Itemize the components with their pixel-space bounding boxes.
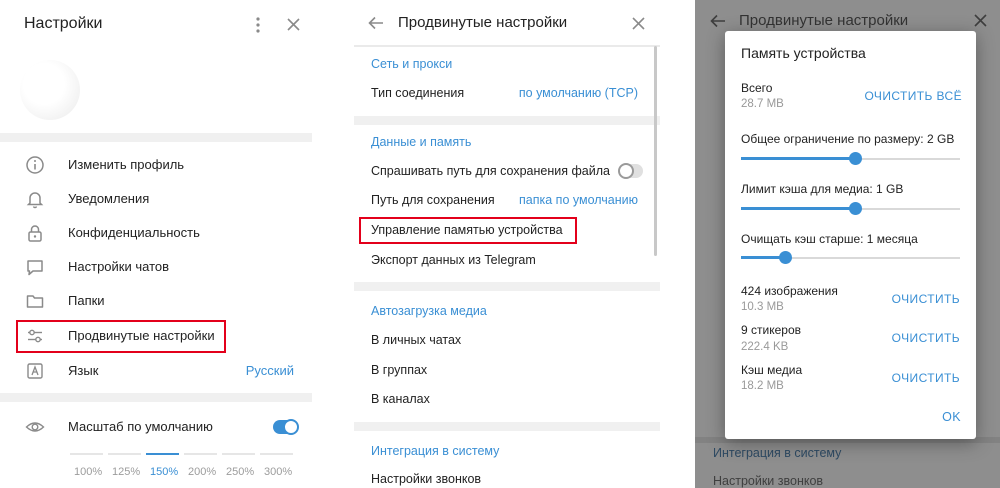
scale-toggle[interactable] bbox=[273, 419, 299, 435]
zoom-track-segment bbox=[70, 453, 103, 455]
total-label: Всего bbox=[741, 81, 773, 95]
zoom-option[interactable]: 125% bbox=[112, 466, 140, 478]
dialog-title: Память устройства bbox=[741, 45, 866, 61]
save-path-value[interactable]: папка по умолчанию bbox=[519, 193, 638, 207]
menu-item-label: Настройки чатов bbox=[68, 259, 170, 274]
zoom-option[interactable]: 300% bbox=[264, 466, 292, 478]
divider bbox=[354, 116, 660, 125]
divider bbox=[354, 45, 660, 47]
network-header: Сеть и прокси bbox=[371, 57, 453, 71]
scale-row[interactable]: Масштаб по умолчанию bbox=[0, 410, 312, 444]
zoom-option[interactable]: 100% bbox=[74, 466, 102, 478]
lock-icon bbox=[28, 225, 42, 242]
media-cache-label: Кэш медиа bbox=[741, 363, 803, 377]
autodownload-header: Автозагрузка медиа bbox=[371, 304, 487, 318]
menu-item-label: Конфиденциальность bbox=[68, 225, 200, 240]
connection-type-label[interactable]: Тип соединения bbox=[371, 86, 464, 100]
zoom-track-segment bbox=[222, 453, 255, 455]
advanced-panel: Продвинутые настройки Сеть и прокси Тип … bbox=[354, 0, 660, 488]
menu-item-privacy[interactable]: Конфиденциальность bbox=[0, 216, 312, 250]
language-icon bbox=[27, 363, 43, 379]
close-icon[interactable] bbox=[632, 17, 645, 30]
divider bbox=[0, 133, 312, 142]
zoom-option[interactable]: 250% bbox=[226, 466, 254, 478]
settings-panel: Настройки Изменить профиль Уведомления К… bbox=[0, 0, 312, 488]
clear-images-button[interactable]: ОЧИСТИТЬ bbox=[892, 292, 960, 306]
zoom-track-segment bbox=[108, 453, 141, 455]
bell-icon bbox=[26, 192, 44, 209]
menu-item-label: Папки bbox=[68, 293, 105, 308]
ok-button[interactable]: OK bbox=[942, 410, 961, 424]
size-limit-slider[interactable] bbox=[741, 152, 960, 165]
ask-path-toggle[interactable] bbox=[618, 163, 643, 179]
more-vertical-icon[interactable] bbox=[252, 17, 264, 33]
menu-item-chat-settings[interactable]: Настройки чатов bbox=[0, 250, 312, 284]
background-integration-header: Интеграция в систему bbox=[713, 446, 842, 460]
scrollbar[interactable] bbox=[654, 46, 657, 256]
clear-stickers-button[interactable]: ОЧИСТИТЬ bbox=[892, 331, 960, 345]
back-arrow-icon bbox=[710, 14, 725, 28]
divider bbox=[354, 282, 660, 291]
integration-header: Интеграция в систему bbox=[371, 444, 500, 458]
avatar[interactable] bbox=[20, 60, 80, 120]
ask-path-label[interactable]: Спрашивать путь для сохранения файла bbox=[371, 164, 610, 178]
close-icon bbox=[974, 14, 987, 27]
divider bbox=[0, 393, 312, 402]
divider bbox=[354, 422, 660, 431]
chat-bubble-icon bbox=[27, 260, 43, 276]
data-storage-header: Данные и память bbox=[371, 135, 472, 149]
menu-item-folders[interactable]: Папки bbox=[0, 284, 312, 318]
connection-type-value[interactable]: по умолчанию (TCP) bbox=[519, 86, 638, 100]
clear-older-label: Очищать кэш старше: 1 месяца bbox=[741, 232, 918, 246]
autodownload-private[interactable]: В личных чатах bbox=[371, 333, 461, 347]
highlight-box bbox=[16, 320, 226, 353]
slider-thumb[interactable] bbox=[849, 152, 862, 165]
images-size: 10.3 MB bbox=[741, 301, 784, 313]
zoom-track-segment bbox=[184, 453, 217, 455]
highlight-box bbox=[359, 217, 577, 244]
media-limit-label: Лимит кэша для медиа: 1 GB bbox=[741, 182, 904, 196]
zoom-track-segment bbox=[146, 453, 179, 455]
export-data-label[interactable]: Экспорт данных из Telegram bbox=[371, 253, 536, 267]
size-limit-label: Общее ограничение по размеру: 2 GB bbox=[741, 132, 955, 146]
zoom-option[interactable]: 200% bbox=[188, 466, 216, 478]
stickers-label: 9 стикеров bbox=[741, 323, 801, 337]
calls-settings-label[interactable]: Настройки звонков bbox=[371, 472, 481, 486]
scale-label: Масштаб по умолчанию bbox=[68, 419, 213, 434]
background-calls-label: Настройки звонков bbox=[713, 474, 824, 488]
media-cache-size: 18.2 MB bbox=[741, 380, 784, 392]
storage-dialog: Память устройства Всего 28.7 MB ОЧИСТИТЬ… bbox=[725, 31, 976, 439]
menu-item-language[interactable]: Язык Русский bbox=[0, 354, 312, 388]
background-title: Продвинутые настройки bbox=[739, 12, 909, 29]
eye-icon bbox=[25, 422, 45, 432]
slider-thumb[interactable] bbox=[779, 251, 792, 264]
total-value: 28.7 MB bbox=[741, 98, 784, 110]
media-limit-slider[interactable] bbox=[741, 202, 960, 215]
menu-item-edit-profile[interactable]: Изменить профиль bbox=[0, 148, 312, 182]
clear-media-cache-button[interactable]: ОЧИСТИТЬ bbox=[892, 371, 960, 385]
menu-item-label: Изменить профиль bbox=[68, 157, 185, 172]
settings-title: Настройки bbox=[24, 15, 103, 32]
zoom-track-segment bbox=[260, 453, 293, 455]
autodownload-groups[interactable]: В группах bbox=[371, 363, 427, 377]
advanced-title: Продвинутые настройки bbox=[398, 14, 568, 31]
close-icon[interactable] bbox=[287, 18, 300, 31]
clear-older-slider[interactable] bbox=[741, 251, 960, 264]
clear-all-button[interactable]: ОЧИСТИТЬ ВСЁ bbox=[864, 89, 962, 103]
language-value: Русский bbox=[245, 363, 294, 378]
back-arrow-icon[interactable] bbox=[368, 16, 384, 30]
zoom-option[interactable]: 150% bbox=[150, 466, 178, 478]
menu-item-notifications[interactable]: Уведомления bbox=[0, 182, 312, 216]
save-path-label[interactable]: Путь для сохранения bbox=[371, 193, 495, 207]
images-label: 424 изображения bbox=[741, 284, 838, 298]
autodownload-channels[interactable]: В каналах bbox=[371, 392, 430, 406]
menu-item-label: Уведомления bbox=[68, 191, 150, 206]
stickers-size: 222.4 KB bbox=[741, 341, 789, 353]
info-icon bbox=[26, 156, 44, 174]
folder-icon bbox=[26, 295, 44, 308]
slider-thumb[interactable] bbox=[849, 202, 862, 215]
menu-item-label: Язык bbox=[68, 363, 99, 378]
